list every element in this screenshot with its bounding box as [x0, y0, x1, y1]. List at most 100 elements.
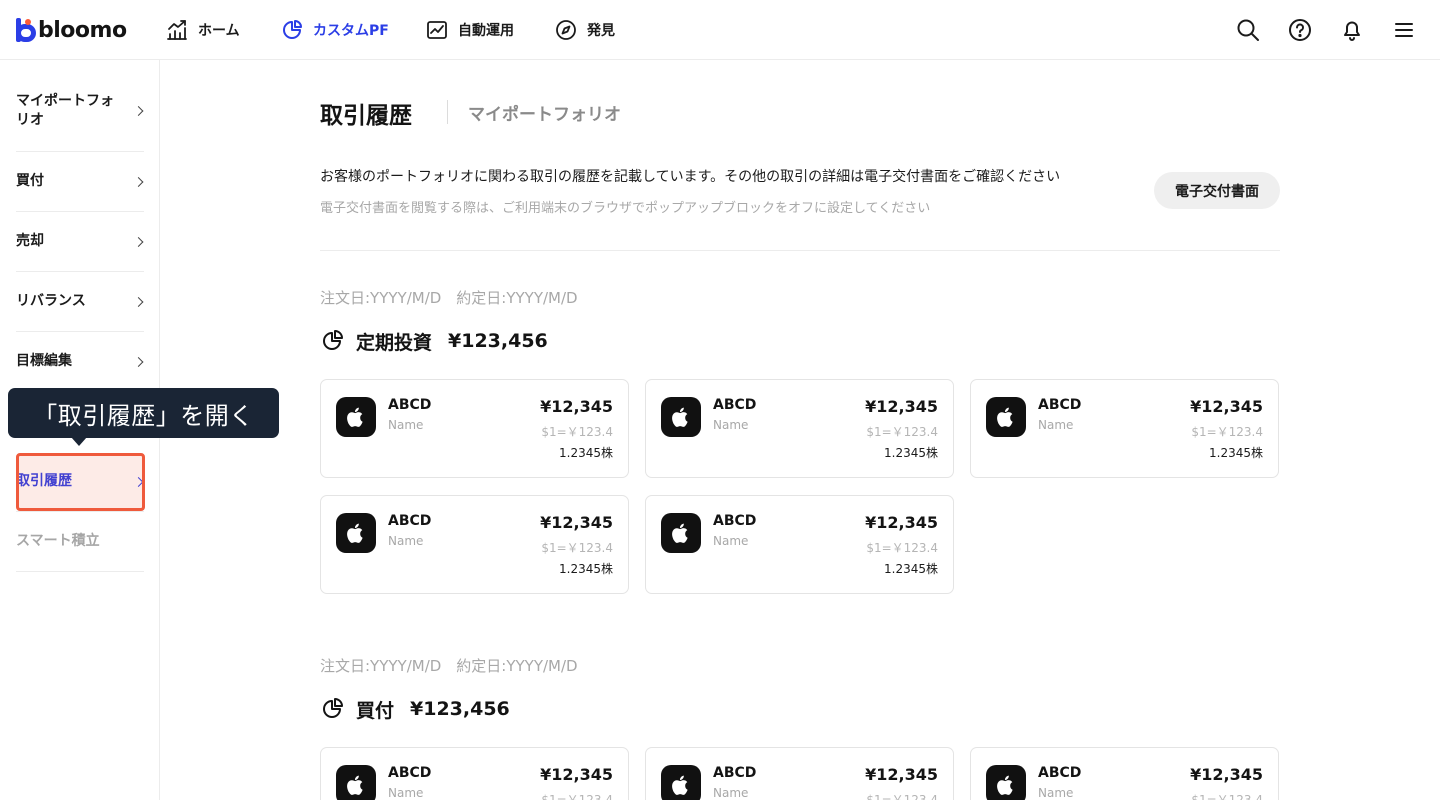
price: ¥12,345	[1190, 397, 1263, 416]
chevron-right-icon	[133, 236, 144, 247]
stock-name: Name	[1038, 786, 1074, 800]
ticker: ABCD	[388, 397, 432, 413]
menu-icon[interactable]	[1391, 17, 1417, 43]
tooltip-pointer	[71, 437, 87, 446]
holding-card[interactable]: ABCD Name ¥12,345 $1=￥123.4	[970, 747, 1279, 800]
nav-home[interactable]: ホーム	[166, 16, 240, 44]
electronic-documents-button[interactable]: 電子交付書面	[1154, 172, 1280, 209]
shares: 1.2345株	[884, 562, 938, 576]
stock-name: Name	[388, 786, 424, 800]
fx-rate: $1=￥123.4	[866, 425, 938, 439]
holding-card[interactable]: ABCD Name ¥12,345 $1=￥123.4 1.2345株	[645, 379, 954, 478]
price: ¥12,345	[865, 765, 938, 784]
sidebar-item-buy[interactable]: 買付	[16, 152, 144, 212]
search-icon[interactable]	[1235, 17, 1261, 43]
chevron-right-icon	[133, 296, 144, 307]
sidebar-item-label: スマート積立	[16, 533, 100, 549]
ticker: ABCD	[713, 397, 757, 413]
page-title: 取引履歴	[320, 103, 412, 129]
help-icon[interactable]	[1287, 17, 1313, 43]
ticker: ABCD	[388, 513, 432, 529]
apple-logo-icon	[336, 513, 376, 553]
sidebar-item-label: 売却	[16, 233, 44, 249]
holding-card[interactable]: ABCD Name ¥12,345 $1=￥123.4 1.2345株	[970, 379, 1279, 478]
page-description-note: 電子交付書面を閲覧する際は、ご利用端末のブラウザでポップアップブロックをオフに設…	[320, 201, 931, 216]
group-header: 買付 ¥123,456	[320, 694, 510, 724]
recurring-pie-icon	[323, 330, 343, 350]
ticker: ABCD	[1038, 397, 1082, 413]
fx-rate: $1=￥123.4	[866, 793, 938, 800]
sidebar-item-label: マイポートフォリオ	[16, 93, 114, 128]
bloomo-logo[interactable]: bloomo	[16, 17, 127, 43]
order-dates: 注文日:YYYY/M/D 約定日:YYYY/M/D	[320, 289, 578, 307]
chevron-right-icon	[133, 176, 144, 187]
holding-card[interactable]: ABCD Name ¥12,345 $1=￥123.4	[645, 747, 954, 800]
price: ¥12,345	[865, 397, 938, 416]
apple-logo-icon	[661, 765, 701, 800]
nav-discover[interactable]: 発見	[555, 16, 615, 44]
sidebar-item-label: 目標編集	[16, 353, 72, 369]
holding-card[interactable]: ABCD Name ¥12,345 $1=￥123.4 1.2345株	[320, 379, 629, 478]
price: ¥12,345	[540, 765, 613, 784]
sidebar-item-sell[interactable]: 売却	[16, 212, 144, 272]
nav-discover-label: 発見	[587, 23, 615, 39]
holding-card[interactable]: ABCD Name ¥12,345 $1=￥123.4 1.2345株	[645, 495, 954, 594]
chart-up-icon	[167, 20, 187, 40]
nav-home-label: ホーム	[198, 23, 240, 39]
compass-icon	[556, 20, 576, 40]
group-amount: ¥123,456	[410, 698, 510, 720]
group-amount: ¥123,456	[448, 330, 548, 352]
sidebar-item-smart-saving[interactable]: スマート積立	[16, 512, 144, 572]
holding-card[interactable]: ABCD Name ¥12,345 $1=￥123.4 1.2345株	[320, 495, 629, 594]
ticker: ABCD	[388, 765, 432, 781]
logo-text: bloomo	[38, 17, 127, 43]
top-bar: bloomo ホーム カスタムPF 自動運用 発見	[0, 0, 1440, 60]
stock-name: Name	[713, 786, 749, 800]
fx-rate: $1=￥123.4	[541, 793, 613, 800]
apple-logo-icon	[986, 397, 1026, 437]
stock-name: Name	[1038, 418, 1074, 432]
apple-logo-icon	[661, 513, 701, 553]
bell-icon[interactable]	[1339, 17, 1365, 43]
logo-mark-icon	[16, 18, 36, 42]
price: ¥12,345	[865, 513, 938, 532]
group-type: 買付	[356, 699, 395, 722]
recurring-pie-icon	[323, 698, 343, 718]
stock-name: Name	[713, 418, 749, 432]
holding-card[interactable]: ABCD Name ¥12,345 $1=￥123.4	[320, 747, 629, 800]
line-chart-icon	[427, 21, 447, 39]
ticker: ABCD	[713, 513, 757, 529]
apple-logo-icon	[986, 765, 1026, 800]
sidebar-item-label: リバランス	[16, 293, 86, 309]
page-subtitle: マイポートフォリオ	[468, 105, 621, 125]
nav-custom-pf[interactable]: カスタムPF	[281, 16, 389, 44]
sidebar-item-rebalance[interactable]: リバランス	[16, 272, 144, 332]
click-target-highlight	[16, 453, 145, 511]
shares: 1.2345株	[559, 562, 613, 576]
nav-auto-invest[interactable]: 自動運用	[426, 16, 514, 44]
shares: 1.2345株	[1209, 446, 1263, 460]
stock-name: Name	[388, 534, 424, 548]
group-type: 定期投資	[356, 331, 433, 354]
ticker: ABCD	[1038, 765, 1082, 781]
fx-rate: $1=￥123.4	[1191, 793, 1263, 800]
chevron-right-icon	[133, 356, 144, 367]
chevron-right-icon	[133, 106, 144, 116]
fx-rate: $1=￥123.4	[866, 541, 938, 555]
nav-auto-invest-label: 自動運用	[458, 23, 514, 39]
apple-logo-icon	[336, 397, 376, 437]
sidebar-item-edit-goal[interactable]: 目標編集	[16, 332, 144, 392]
ticker: ABCD	[713, 765, 757, 781]
pie-chart-icon	[283, 20, 302, 39]
nav-custom-pf-label: カスタムPF	[313, 23, 389, 39]
page-description: お客様のポートフォリオに関わる取引の履歴を記載しています。その他の取引の詳細は電…	[320, 169, 1061, 185]
shares: 1.2345株	[559, 446, 613, 460]
sidebar-item-my-portfolio[interactable]: マイポートフォリオ	[16, 71, 144, 152]
title-divider	[447, 100, 448, 124]
shares: 1.2345株	[884, 446, 938, 460]
order-dates: 注文日:YYYY/M/D 約定日:YYYY/M/D	[320, 657, 578, 675]
price: ¥12,345	[540, 513, 613, 532]
group-header: 定期投資 ¥123,456	[320, 326, 548, 356]
apple-logo-icon	[336, 765, 376, 800]
price: ¥12,345	[540, 397, 613, 416]
